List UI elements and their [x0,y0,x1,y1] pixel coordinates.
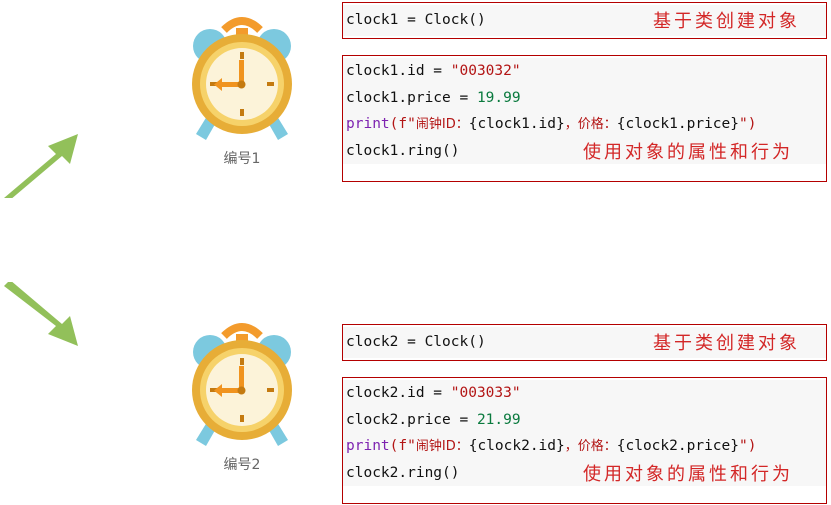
clock1-id-line: clock1.id = "003032" [343,58,826,85]
clock1-create-code-text: clock1 = Clock() [346,12,486,28]
diagram-canvas: 编号1 编号2 clock1 = Clock() 基于类创建对象 clock1.… [0,0,831,505]
clock2-id-line: clock2.id = "003033" [343,380,826,407]
fstring-label-id: 闹钟ID： [415,117,469,132]
clock1-ring-call: clock1.ring() [346,142,460,159]
clock1-create-code-box: clock1 = Clock() 基于类创建对象 [342,2,827,39]
clock2-create-note: 基于类创建对象 [653,333,800,354]
clock2-create-code-text: clock2 = Clock() [346,334,486,350]
clock2-price-line: clock2.price = 21.99 [343,406,826,433]
clock2-ring-call: clock2.ring() [346,464,460,481]
clock1-usage-code-box: clock1.id = "003032" clock1.price = 19.9… [342,55,827,182]
down-right-arrow-icon [0,282,82,352]
fstring-label-price: ，价格： [564,117,617,132]
clock2-usage-note: 使用对象的属性和行为 [583,464,793,485]
clock1-id-value: "003032" [450,63,521,79]
fstring-close: ") [738,438,757,454]
clock1-id-assign: clock1.id = [346,63,451,79]
clock2-print-line: print(f"闹钟ID：{clock2.id}，价格：{clock2.pric… [343,433,826,460]
clock2-id-value: "003033" [450,385,521,401]
clock2-price-assign: clock2.price = [346,411,477,428]
fstring-open: (f" [389,116,416,132]
clock2-caption: 编号2 [223,457,261,473]
fstring-expr-id: {clock1.id} [468,116,565,132]
clock2-figure: 编号2 [184,322,300,473]
clock1-create-note: 基于类创建对象 [653,11,800,32]
fstring-open: (f" [389,438,416,454]
clock2-id-assign: clock2.id = [346,385,451,401]
clock1-price-line: clock1.price = 19.99 [343,84,826,111]
print-keyword: print [346,438,390,454]
clock1-price-assign: clock1.price = [346,89,477,106]
clock1-caption: 编号1 [223,151,261,167]
fstring-label-price: ，价格： [564,439,617,454]
alarm-clock-icon [192,323,292,446]
fstring-expr-id: {clock2.id} [468,438,565,454]
fstring-close: ") [738,116,757,132]
clock1-price-value: 19.99 [476,89,521,106]
print-keyword: print [346,116,390,132]
up-right-arrow-icon [0,128,82,198]
clock2-price-value: 21.99 [476,411,521,428]
fstring-expr-price: {clock1.price} [616,116,739,132]
fstring-label-id: 闹钟ID： [415,439,469,454]
clock2-create-code-box: clock2 = Clock() 基于类创建对象 [342,324,827,361]
alarm-clock-icon [192,17,292,140]
clock1-print-line: print(f"闹钟ID：{clock1.id}，价格：{clock1.pric… [343,111,826,138]
clock1-usage-note: 使用对象的属性和行为 [583,142,793,163]
clock1-figure: 编号1 [184,16,300,167]
clock2-usage-code-box: clock2.id = "003033" clock2.price = 21.9… [342,377,827,504]
fstring-expr-price: {clock2.price} [616,438,739,454]
